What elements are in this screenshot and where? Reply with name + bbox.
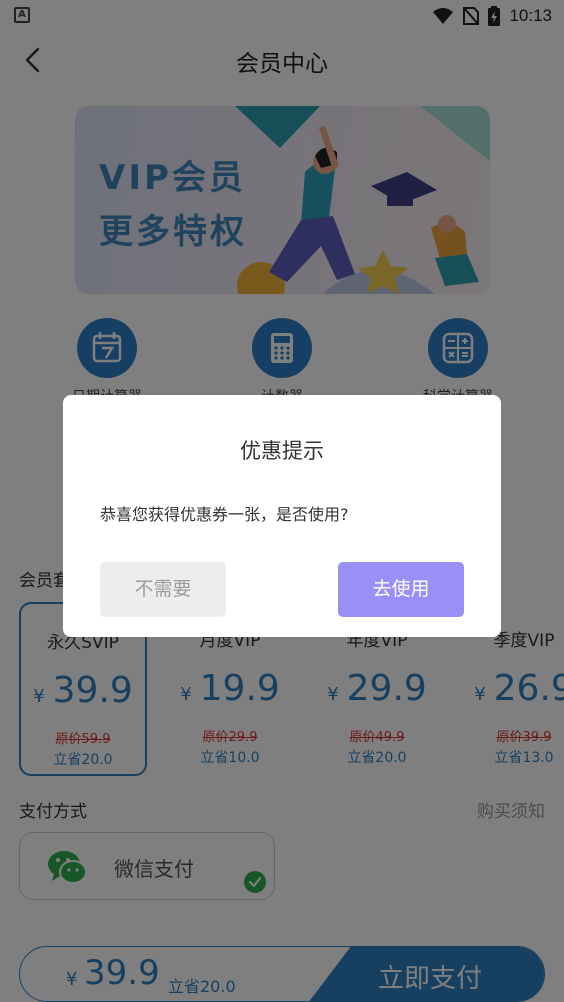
coupon-dialog: 优惠提示 恭喜您获得优惠券一张，是否使用? 不需要 去使用: [63, 395, 501, 637]
dialog-message: 恭喜您获得优惠券一张，是否使用?: [100, 505, 349, 524]
dialog-cancel-button[interactable]: 不需要: [100, 562, 226, 617]
dialog-title: 优惠提示: [240, 439, 324, 463]
dialog-confirm-button[interactable]: 去使用: [338, 562, 464, 617]
